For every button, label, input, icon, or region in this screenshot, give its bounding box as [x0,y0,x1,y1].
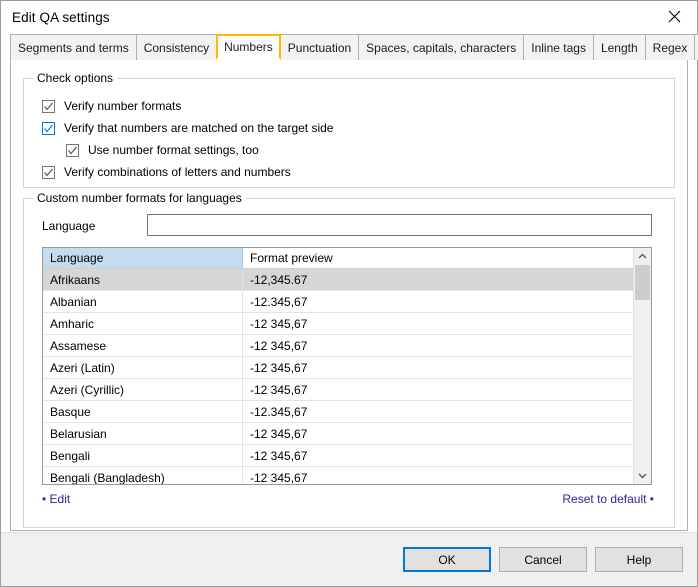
cell-format-preview: -12 345,67 [250,426,308,441]
table-row[interactable]: Basque -12.345,67 [43,401,633,423]
cell-language: Azeri (Cyrillic) [43,379,243,400]
tab-label: Regex [652,40,688,55]
tab-strip: Segments and terms Consistency Numbers Punc… [10,34,698,60]
tab-regex[interactable]: Regex [644,34,696,60]
checkbox-box[interactable] [66,143,79,157]
table-row[interactable]: Amharic -12 345,67 [43,313,633,335]
checkbox-verify-number-formats[interactable]: Verify number formats [42,99,181,113]
table-row[interactable]: Azeri (Cyrillic) -12 345,67 [43,379,633,401]
cell-format-preview: -12 345,67 [250,338,308,353]
grid-vertical-scrollbar[interactable] [633,248,651,484]
custom-formats-legend: Custom number formats for languages [33,191,246,205]
language-input[interactable] [147,214,652,236]
help-button[interactable]: Help [595,547,683,572]
tab-page-numbers: Check options Verify number formats Veri… [10,59,688,531]
check-options-group: Check options Verify number formats Veri… [23,71,675,188]
column-header-format-preview[interactable]: Format preview [243,248,633,268]
bullet-icon: • [42,492,47,506]
checkbox-box[interactable] [42,121,55,135]
table-row[interactable]: Afrikaans -12,345.67 [43,269,633,291]
cell-format-preview: -12 345,67 [250,382,308,397]
table-row[interactable]: Bengali -12 345,67 [43,445,633,467]
grid-main: Language Format preview Afrikaans -12,345… [43,248,633,484]
edit-link-label: Edit [49,492,71,506]
table-row[interactable]: Albanian -12.345,67 [43,291,633,313]
reset-to-default-link[interactable]: Reset to default • [562,492,654,506]
scrollbar-track[interactable] [634,265,651,467]
column-header-language[interactable]: Language [43,248,243,268]
grid-body: Afrikaans -12,345.67 Albanian -12.345,67 Amh… [43,269,633,484]
checkbox-use-number-format-settings[interactable]: Use number format settings, too [66,143,259,157]
reset-link-label: Reset to default [562,492,647,506]
ok-button[interactable]: OK [403,547,491,572]
tab-label: Segments and terms [18,40,129,55]
tab-numbers[interactable]: Numbers [216,34,281,60]
checkbox-label: Verify number formats [64,99,182,113]
cell-language: Albanian [43,291,243,312]
language-formats-grid[interactable]: Language Format preview Afrikaans -12,345… [42,247,652,485]
edit-qa-settings-dialog: Edit QA settings Segments and terms Consi… [0,0,698,587]
tab-label: Punctuation [287,40,352,55]
cell-format-preview: -12.345,67 [250,404,308,419]
checkbox-box[interactable] [42,99,55,113]
cancel-button[interactable]: Cancel [499,547,587,572]
chevron-up-icon[interactable] [634,248,651,265]
cell-format-preview: -12 345,67 [250,360,308,375]
cell-language: Bengali [43,445,243,466]
cell-format-preview: -12 345,67 [250,316,308,331]
cell-language: Bengali (Bangladesh) [43,467,243,484]
cell-language: Azeri (Latin) [43,357,243,378]
cell-language: Afrikaans [43,269,243,290]
tab-severity[interactable]: Severity [694,34,698,60]
tab-segments-and-terms[interactable]: Segments and terms [10,34,137,60]
checkbox-label: Use number format settings, too [88,143,259,157]
checkbox-verify-letter-number-combinations[interactable]: Verify combinations of letters and numbe… [42,165,291,179]
tab-label: Numbers [224,40,273,54]
language-field-label: Language [42,219,96,233]
tab-consistency[interactable]: Consistency [135,34,218,60]
table-row[interactable]: Azeri (Latin) -12 345,67 [43,357,633,379]
cell-format-preview: -12 345,67 [250,448,308,463]
check-options-legend: Check options [33,71,118,85]
checkbox-verify-numbers-matched[interactable]: Verify that numbers are matched on the t… [42,121,333,135]
cell-format-preview: -12 345,67 [250,470,308,485]
table-row[interactable]: Belarusian -12 345,67 [43,423,633,445]
table-row[interactable]: Assamese -12 345,67 [43,335,633,357]
grid-header-row: Language Format preview [43,248,633,269]
grid-links-row: • Edit Reset to default • [42,492,654,506]
tab-length[interactable]: Length [592,34,646,60]
tab-punctuation[interactable]: Punctuation [279,34,360,60]
cell-language: Assamese [43,335,243,356]
scrollbar-thumb[interactable] [635,265,650,300]
tab-label: Consistency [143,40,210,55]
cell-format-preview: -12,345.67 [250,272,308,287]
table-row[interactable]: Bengali (Bangladesh) -12 345,67 [43,467,633,484]
window-title: Edit QA settings [12,10,110,25]
cell-language: Amharic [43,313,243,334]
tab-inline-tags[interactable]: Inline tags [523,34,594,60]
checkbox-label: Verify combinations of letters and numbe… [64,165,291,179]
cell-format-preview: -12.345,67 [250,294,308,309]
checkbox-label: Verify that numbers are matched on the t… [64,121,334,135]
tab-label: Length [600,40,638,55]
custom-number-formats-group: Custom number formats for languages Lang… [23,191,675,528]
checkbox-box[interactable] [42,165,55,179]
title-bar: Edit QA settings [1,1,697,34]
chevron-down-icon[interactable] [634,467,651,484]
tab-label: Inline tags [531,40,586,55]
tab-label: Spaces, capitals, characters [366,40,517,55]
bullet-icon: • [649,492,654,506]
cell-language: Basque [43,401,243,422]
cell-language: Belarusian [43,423,243,444]
dialog-footer: OK Cancel Help [1,532,697,586]
tab-spaces-capitals-characters[interactable]: Spaces, capitals, characters [358,34,525,60]
close-icon[interactable] [651,1,697,32]
edit-link[interactable]: • Edit [42,492,70,506]
